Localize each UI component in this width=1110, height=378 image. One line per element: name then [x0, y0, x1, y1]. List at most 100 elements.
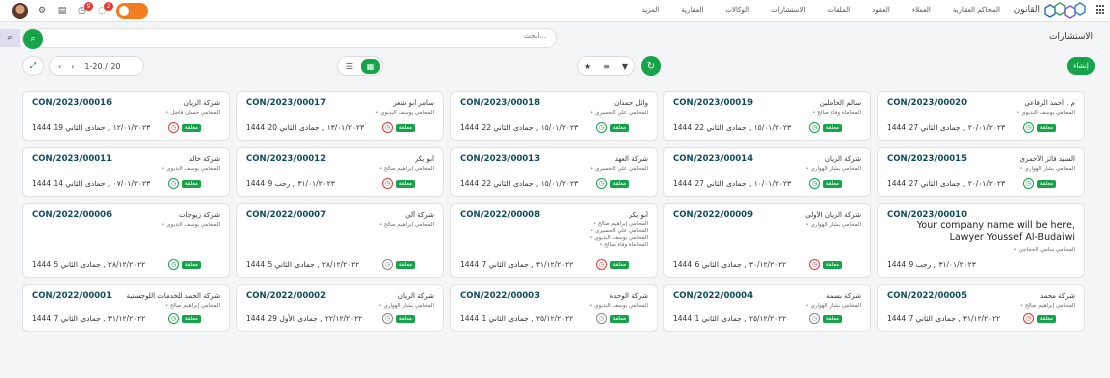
consultation-card[interactable]: CON/2022/00008 أبو بكر المحامي إبراهيم صال… — [450, 203, 658, 278]
status-clock-icon[interactable]: ◷ — [168, 122, 179, 133]
filter-icon[interactable]: ▼ — [622, 62, 628, 71]
search-input[interactable] — [66, 32, 546, 40]
lawyer-name: المحامي يوسف البديوي — [589, 302, 648, 310]
status-clock-icon[interactable]: ◷ — [382, 313, 393, 324]
pager-prev-icon[interactable]: ‹ — [58, 62, 61, 71]
card-lawyers: المحامي يوسف البديوي — [1016, 109, 1075, 117]
consultation-card[interactable]: CON/2023/00014 شركة الريان المحامي بشار ال… — [663, 147, 871, 197]
status-clock-icon[interactable]: ◷ — [809, 259, 820, 270]
consultation-card[interactable]: CON/2023/00018 وائل حمدان المحامي علي الحس… — [450, 91, 658, 141]
search-icon[interactable]: ⌕ — [23, 29, 43, 49]
status-clock-icon[interactable]: ◷ — [382, 178, 393, 189]
expand-icon[interactable]: ⤢ — [22, 56, 44, 76]
consultation-card[interactable]: CON/2023/00011 شركة خالد المحامي يوسف البد… — [22, 147, 230, 197]
status-clock-icon[interactable]: ◷ — [1023, 178, 1034, 189]
card-date: ٣١/١٢/٢٠٢٢ , جمادى الثاني 7 1444 — [460, 260, 574, 269]
favorite-icon[interactable]: ★ — [584, 62, 591, 71]
card-client: شركة آلي — [405, 211, 434, 219]
menu-item-2[interactable]: العملاء — [912, 6, 931, 14]
consultation-card[interactable]: CON/2022/00002 شركة الريان المحامي بشار ال… — [236, 284, 444, 332]
refresh-icon[interactable]: ↻ — [641, 56, 661, 76]
status-clock-icon[interactable]: ◷ — [1023, 122, 1034, 133]
consultation-card[interactable]: CON/2023/00012 أبو بكر المحامي إبراهيم صال… — [236, 147, 444, 197]
status-clock-icon[interactable]: ◷ — [596, 178, 607, 189]
settings-icon[interactable]: ⚙ — [36, 5, 48, 17]
card-date: ٠٧/٠١/٢٠٢٣ , جمادى الثاني 14 1444 — [32, 179, 150, 188]
consultation-card[interactable]: CON/2022/00007 شركة آلي المحامي إبراهيم صا… — [236, 203, 444, 278]
lawyer-name: المحامي علي الحسيري — [590, 165, 648, 173]
menu-item-5[interactable]: الاستشارات — [771, 6, 805, 14]
status-badge: معلقة — [181, 315, 201, 323]
card-code: CON/2023/00020 — [887, 98, 968, 108]
status-clock-icon[interactable]: ◷ — [596, 313, 607, 324]
avatar[interactable] — [12, 3, 28, 19]
card-date: ٣١/٠١/٢٠٢٣ , رجب 9 1444 — [246, 179, 335, 188]
groupby-icon[interactable]: ≡ — [603, 62, 610, 71]
menu-item-7[interactable]: العقارية — [681, 6, 703, 14]
status-clock-icon[interactable]: ◷ — [809, 313, 820, 324]
kanban-view-icon[interactable]: ▦ — [361, 58, 380, 74]
status-clock-icon[interactable]: ◷ — [168, 178, 179, 189]
lawyer-name: المحامي علي الحسيري — [589, 228, 648, 235]
consultation-card[interactable]: CON/2023/00020 م . أحمد الرفاعي المحامي يو… — [877, 91, 1085, 141]
card-lawyers: المحامي يوسف البديوي — [375, 109, 434, 117]
status-clock-icon[interactable]: ◷ — [382, 122, 393, 133]
card-date: ٣١/١٢/٢٠٢٢ , جمادى الثاني 7 1444 — [887, 314, 1001, 323]
card-date: ٢٠/٠١/٢٠٢٣ , جمادى الثاني 27 1444 — [887, 123, 1005, 132]
messages-badge: 2 — [104, 2, 113, 11]
document-icon[interactable]: ▤ — [56, 5, 68, 17]
consultation-card[interactable]: CON/2022/00006 شركة زيوجات المحامي يوسف ال… — [22, 203, 230, 278]
search-toggle-icon[interactable]: ⌕ — [0, 29, 20, 47]
consultation-card[interactable]: CON/2023/00016 شركة الريان المحامي حسان فا… — [22, 91, 230, 141]
status-clock-icon[interactable]: ◷ — [168, 313, 179, 324]
app-brand[interactable]: القانون — [1014, 5, 1040, 15]
card-client: شركة محمد — [1039, 292, 1075, 300]
menu-item-3[interactable]: العقود — [872, 6, 890, 14]
consultation-card[interactable]: CON/2023/00013 شركة العهد المحامي علي الحس… — [450, 147, 658, 197]
menu-item-8[interactable]: المزيد — [642, 6, 660, 14]
systray: ⚙ ▤ ◷ 9 ◌ 2 — [12, 2, 148, 19]
status-clock-icon[interactable]: ◷ — [1023, 313, 1034, 324]
list-view-icon[interactable]: ☰ — [340, 59, 359, 74]
status-badge: معلقة — [181, 124, 201, 132]
consultation-card[interactable]: CON/2023/00019 سالم الحاملين المحاماة وفاء… — [663, 91, 871, 141]
status-clock-icon[interactable]: ◷ — [809, 122, 820, 133]
menu-item-6[interactable]: الوكالات — [725, 6, 749, 14]
lawyer-name: المحاماة وفاء صالح — [589, 242, 648, 249]
card-code: CON/2022/00005 — [887, 291, 968, 301]
consultation-card[interactable]: CON/2022/00009 شركة الريان الأولى المحامي … — [663, 203, 871, 278]
card-date: ١٠/٠١/٢٠٢٣ , جمادى الثاني 27 1444 — [673, 179, 791, 188]
pager-next-icon[interactable]: › — [71, 62, 74, 71]
consultation-card[interactable]: CON/2022/00003 شركة الوحدة المحامي يوسف ال… — [450, 284, 658, 332]
pager-value[interactable]: 1-20 / 20 — [84, 62, 120, 71]
status-clock-icon[interactable]: ◷ — [809, 178, 820, 189]
status-clock-icon[interactable]: ◷ — [168, 259, 179, 270]
lawyer-name: المحامي بشار الهواري — [806, 302, 861, 310]
status-clock-icon[interactable]: ◷ — [596, 259, 607, 270]
card-client: سالم الحاملين — [819, 99, 861, 107]
consultation-card[interactable]: CON/2023/00015 السيد فائز الأحمري المحامي … — [877, 147, 1085, 197]
consultation-card[interactable]: CON/2022/00005 شركة محمد المحامي إبراهيم ص… — [877, 284, 1085, 332]
consultation-card[interactable]: CON/2023/00010 Your company name will be … — [877, 203, 1085, 278]
status-clock-icon[interactable]: ◷ — [382, 259, 393, 270]
status-badge: معلقة — [395, 124, 415, 132]
status-badge: معلقة — [395, 315, 415, 323]
lawyer-name: المحامي سامي الحجاجي — [1014, 246, 1075, 254]
consultation-card[interactable]: CON/2022/00001 شركة الحمد للخدمات اللوجست… — [22, 284, 230, 332]
main-menu: المحاكم العقارية العملاء العقود الملفات … — [642, 6, 1000, 14]
consultation-card[interactable]: CON/2023/00017 سامر أبو شعر المحامي يوسف ا… — [236, 91, 444, 141]
clock-icon[interactable]: ◷ 9 — [76, 2, 93, 17]
status-clock-icon[interactable]: ◷ — [596, 122, 607, 133]
chat-icon[interactable]: ◌ 2 — [96, 2, 113, 17]
card-client: شركة الريان — [397, 292, 434, 300]
menu-item-4[interactable]: الملفات — [827, 6, 850, 14]
status-badge: معلقة — [609, 180, 629, 188]
menu-item-1[interactable]: المحاكم العقارية — [953, 6, 1000, 14]
create-button[interactable]: إنشاء — [1067, 57, 1095, 75]
card-client: وائل حمدان — [614, 99, 648, 107]
status-badge: معلقة — [395, 261, 415, 269]
consultation-card[interactable]: CON/2022/00004 شركة بسمة المحامي بشار الهو… — [663, 284, 871, 332]
lawyer-name: المحاماة وفاء صالح — [812, 109, 861, 117]
mode-toggle[interactable] — [116, 3, 148, 19]
apps-menu-icon[interactable] — [1096, 5, 1106, 15]
